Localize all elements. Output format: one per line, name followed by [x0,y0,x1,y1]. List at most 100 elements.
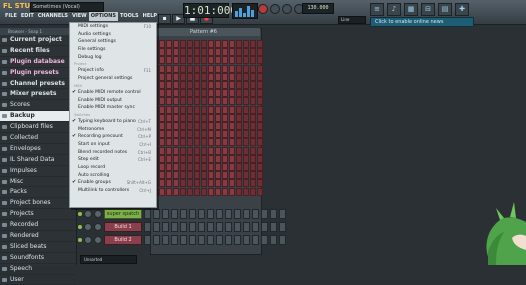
step-button[interactable] [189,222,196,232]
step-button[interactable] [180,138,186,147]
step-button[interactable] [208,89,214,98]
browser-item[interactable]: Scores [0,100,76,112]
step-button[interactable] [243,56,249,65]
step-button[interactable] [225,222,232,232]
step-button[interactable] [187,179,193,188]
step-button[interactable] [166,72,172,81]
step-button[interactable] [173,130,179,139]
step-button[interactable] [180,235,187,245]
menu-item[interactable]: ✔ Enable groups Shift+Alt+G [70,179,156,187]
step-button[interactable] [236,97,242,106]
step-button[interactable] [250,56,256,65]
step-button[interactable] [208,171,214,180]
step-button[interactable] [208,97,214,106]
step-button[interactable] [270,235,277,245]
step-button[interactable] [201,171,207,180]
step-button[interactable] [159,138,165,147]
step-button[interactable] [194,40,200,48]
step-button[interactable] [166,113,172,122]
step-button[interactable] [236,56,242,65]
step-button[interactable] [243,48,249,57]
step-button[interactable] [162,209,169,219]
step-button[interactable] [243,97,249,106]
step-button[interactable] [257,122,263,130]
menu-channels[interactable]: CHANNELS [36,12,70,21]
step-button[interactable] [166,171,172,180]
step-button[interactable] [153,222,160,232]
step-button[interactable] [201,113,207,122]
step-button[interactable] [173,81,179,89]
step-button[interactable] [180,154,186,163]
step-button[interactable] [201,56,207,65]
step-button[interactable] [166,40,172,48]
step-button[interactable] [261,222,268,232]
pan-knob[interactable] [84,223,92,231]
menu-item[interactable]: Audio settings [70,31,156,39]
step-button[interactable] [159,130,165,139]
menu-item[interactable]: Multilink to controllers Ctrl+J [70,187,156,195]
step-button[interactable] [222,130,228,139]
step-button[interactable] [222,89,228,98]
pan-knob[interactable] [84,236,92,244]
step-button[interactable] [173,187,179,196]
step-button[interactable] [159,105,165,114]
step-button[interactable] [187,72,193,81]
step-button[interactable] [208,138,214,147]
step-button[interactable] [236,179,242,188]
menu-item[interactable]: Blend recorded notes Ctrl+B [70,149,156,157]
step-button[interactable] [198,209,205,219]
step-button[interactable] [208,64,214,73]
menu-item[interactable]: Loop record [70,164,156,172]
step-button[interactable] [194,64,200,73]
metronome-icon[interactable] [270,4,280,14]
step-button[interactable] [166,187,172,196]
step-button[interactable] [243,40,249,48]
step-button[interactable] [236,113,242,122]
step-button[interactable] [243,171,249,180]
browser-item[interactable]: Plugin database [0,57,76,68]
step-button[interactable] [153,235,160,245]
step-button[interactable] [180,56,186,65]
step-button[interactable] [229,81,235,89]
step-button[interactable] [236,146,242,155]
record-options-icon[interactable] [258,4,268,14]
step-button[interactable] [208,154,214,163]
browser-item[interactable]: Backup [0,111,76,123]
menu-item[interactable]: Metronome Ctrl+M [70,126,156,134]
menu-item[interactable]: Enable MIDI output [70,97,156,105]
step-button[interactable] [215,130,221,139]
menu-item[interactable]: ✔ Enable MIDI remote control [70,89,156,97]
step-button[interactable] [189,235,196,245]
channel-rack-icon[interactable]: ▦ [404,3,418,16]
step-button[interactable] [215,122,221,130]
step-button[interactable] [222,187,228,196]
step-button[interactable] [173,163,179,171]
step-button[interactable] [194,187,200,196]
step-button[interactable] [215,171,221,180]
menu-tools[interactable]: TOOLS [118,12,141,21]
plugin-picker-icon[interactable]: ✚ [455,3,469,16]
step-button[interactable] [229,56,235,65]
step-button[interactable] [270,209,277,219]
step-button[interactable] [250,171,256,180]
step-button[interactable] [215,72,221,81]
step-button[interactable] [222,48,228,57]
step-button[interactable] [201,81,207,89]
step-button[interactable] [159,81,165,89]
channel-name-button[interactable]: super spatch [104,209,142,219]
browser-item[interactable]: Recorded [0,220,76,232]
step-button[interactable] [187,81,193,89]
step-button[interactable] [208,179,214,188]
step-button[interactable] [187,56,193,65]
step-button[interactable] [173,72,179,81]
step-button[interactable] [279,222,286,232]
step-button[interactable] [162,235,169,245]
step-button[interactable] [250,146,256,155]
step-button[interactable] [159,48,165,57]
step-button[interactable] [222,146,228,155]
step-button[interactable] [250,48,256,57]
step-button[interactable] [187,64,193,73]
menu-help[interactable]: HELP [141,12,159,21]
step-button[interactable] [187,154,193,163]
step-button[interactable] [243,235,250,245]
